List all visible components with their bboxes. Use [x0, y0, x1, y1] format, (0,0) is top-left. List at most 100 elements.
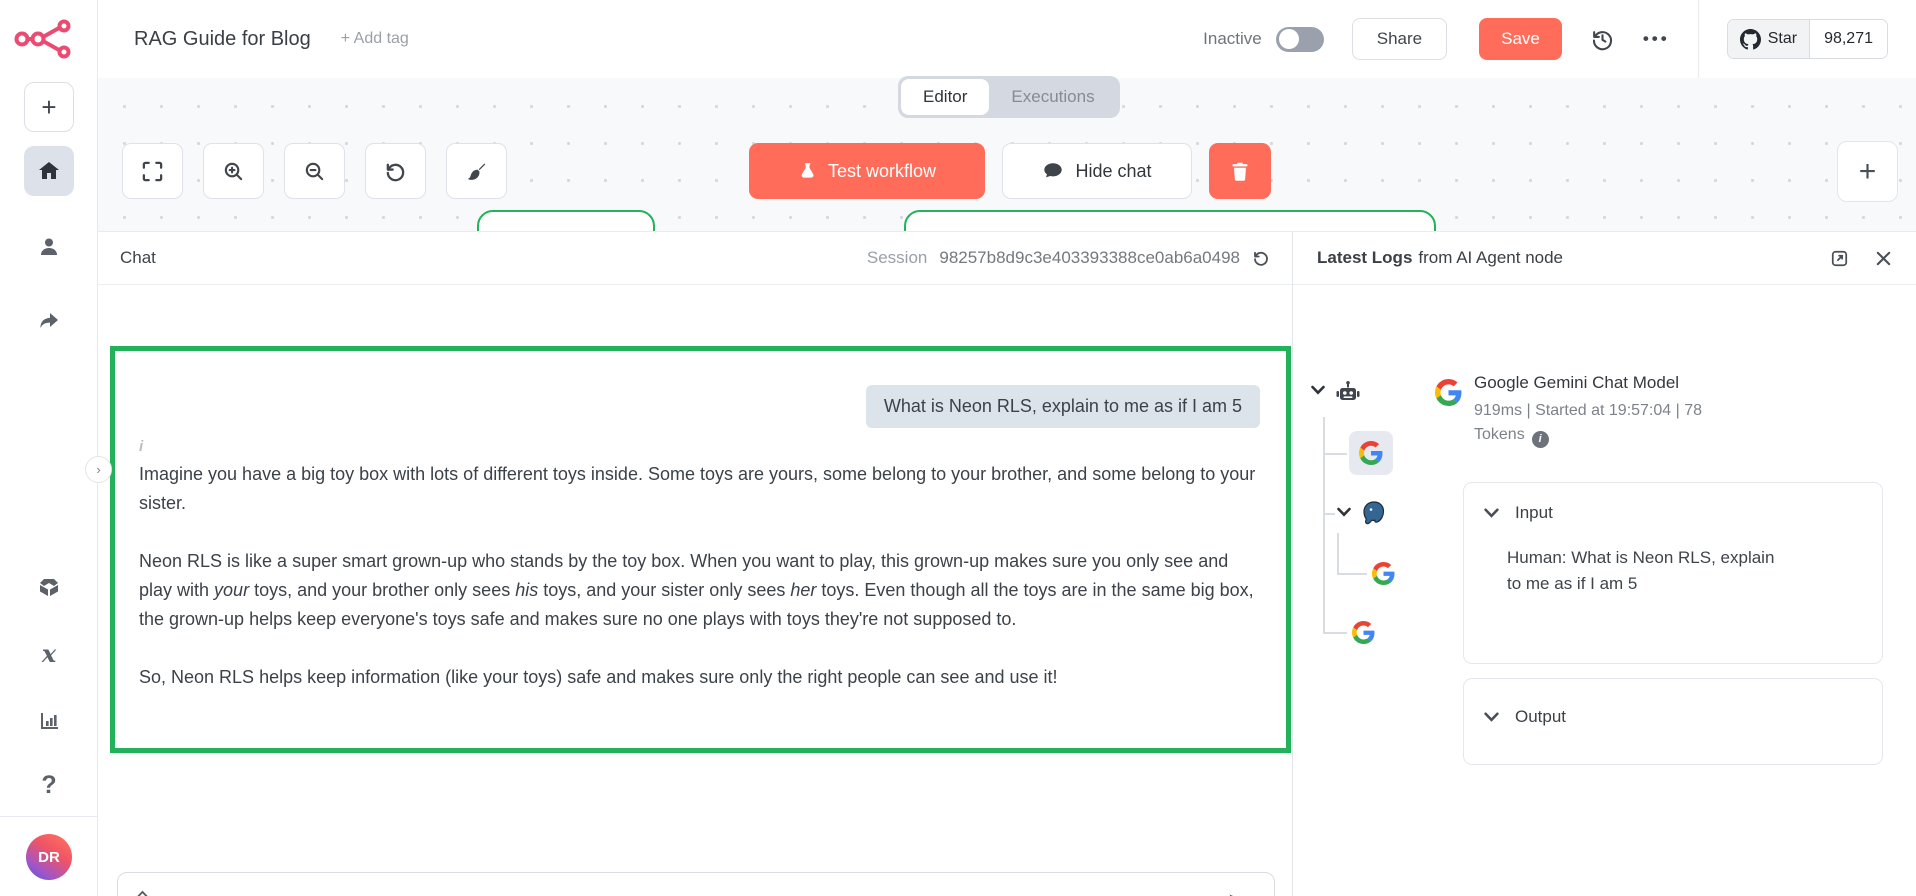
share-button[interactable]: Share: [1352, 18, 1447, 60]
chat-panel: Chat Session 98257b8d9c3e403393388ce0ab6…: [98, 232, 1292, 896]
message-info-icon[interactable]: i: [139, 438, 1260, 460]
avatar[interactable]: DR: [26, 834, 72, 880]
google-g-icon: [1435, 379, 1462, 448]
bot-paragraph: Imagine you have a big toy box with lots…: [139, 460, 1260, 518]
session-label: Session: [867, 248, 927, 268]
tree-connector: [1323, 513, 1335, 515]
add-tag-button[interactable]: + Add tag: [341, 30, 409, 48]
chat-message-area: What is Neon RLS, explain to me as if I …: [98, 285, 1292, 834]
test-workflow-button[interactable]: Test workflow: [749, 143, 985, 199]
broom-icon: [465, 160, 488, 183]
chevron-down-icon[interactable]: [1337, 507, 1351, 517]
person-icon: [37, 235, 61, 259]
delete-button[interactable]: [1209, 143, 1271, 199]
send-message-icon[interactable]: [1226, 891, 1252, 896]
tree-node-ai-agent[interactable]: [1333, 379, 1363, 405]
chat-bubble-icon: [1042, 160, 1064, 182]
tree-node-gemini-2[interactable]: [1349, 618, 1377, 646]
log-output-card: Output: [1463, 678, 1883, 765]
log-input-card: Input Human: What is Neon RLS, explain t…: [1463, 482, 1883, 664]
previous-message-icon[interactable]: [136, 890, 149, 896]
add-node-button[interactable]: +: [1837, 141, 1898, 202]
tree-node-gemini-selected[interactable]: [1349, 431, 1393, 475]
bot-message: Imagine you have a big toy box with lots…: [139, 460, 1260, 692]
sidebar-item-shared[interactable]: [24, 296, 74, 346]
test-workflow-label: Test workflow: [828, 161, 936, 182]
output-section-toggle[interactable]: Output: [1464, 679, 1882, 741]
flask-icon: [798, 160, 818, 182]
tab-editor[interactable]: Editor: [901, 79, 989, 115]
logs-title-context: from AI Agent node: [1418, 248, 1563, 268]
input-section-toggle[interactable]: Input: [1464, 483, 1882, 537]
zoom-in-button[interactable]: [203, 143, 264, 199]
close-logs-icon[interactable]: [1875, 250, 1892, 267]
chevron-down-icon: [1484, 508, 1499, 518]
toggle-knob: [1279, 29, 1299, 49]
sidebar-divider: [0, 816, 98, 817]
open-logs-icon[interactable]: [1830, 249, 1849, 268]
variables-x-icon: x: [42, 639, 56, 668]
bot-paragraph: Neon RLS is like a super smart grown-up …: [139, 547, 1260, 634]
chat-message-input[interactable]: [175, 893, 1226, 896]
bar-chart-icon: [37, 709, 61, 733]
tree-node-postgres[interactable]: [1359, 499, 1389, 527]
log-node-meta: 919ms | Started at 19:57:04 | 78 Tokensi: [1474, 399, 1726, 448]
session-id: 98257b8d9c3e403393388ce0ab6a0498: [939, 248, 1240, 268]
undo-arrow-icon: [384, 160, 407, 183]
google-g-icon: [1372, 562, 1395, 585]
tree-node-gemini-embed[interactable]: [1369, 559, 1397, 587]
sidebar-item-help[interactable]: ?: [24, 760, 74, 810]
left-sidebar: + x ?: [0, 0, 98, 896]
tree-connector: [1337, 573, 1367, 575]
github-star-label: Star: [1768, 30, 1797, 48]
sidebar-expand-button[interactable]: ›: [85, 456, 112, 483]
sidebar-item-insights[interactable]: [24, 696, 74, 746]
chevron-down-icon[interactable]: [1311, 385, 1325, 395]
hide-chat-label: Hide chat: [1075, 161, 1151, 182]
tree-connector: [1323, 632, 1347, 634]
zoom-in-icon: [222, 160, 245, 183]
avatar-initials: DR: [38, 849, 60, 866]
workflow-title[interactable]: RAG Guide for Blog: [134, 28, 311, 51]
chat-header: Chat Session 98257b8d9c3e403393388ce0ab6…: [98, 232, 1292, 285]
output-section-label: Output: [1515, 707, 1566, 727]
tab-executions[interactable]: Executions: [989, 79, 1116, 115]
tidy-up-button[interactable]: [446, 143, 507, 199]
sidebar-item-variables[interactable]: x: [24, 628, 74, 678]
new-workflow-button[interactable]: +: [24, 82, 74, 132]
workflow-history-icon[interactable]: [1590, 27, 1615, 52]
main-area: RAG Guide for Blog + Add tag Inactive Sh…: [98, 0, 1916, 896]
n8n-logo-icon[interactable]: [14, 16, 76, 62]
sidebar-item-home[interactable]: [24, 146, 74, 196]
save-button[interactable]: Save: [1479, 18, 1562, 60]
zoom-out-button[interactable]: [284, 143, 345, 199]
question-mark-icon: ?: [41, 771, 56, 800]
fit-view-button[interactable]: [122, 143, 183, 199]
trash-icon: [1229, 159, 1251, 183]
sidebar-item-templates[interactable]: [24, 562, 74, 612]
logs-panel: Latest Logs from AI Agent node: [1292, 232, 1916, 896]
reset-zoom-button[interactable]: [365, 143, 426, 199]
session-reset-icon[interactable]: [1252, 249, 1270, 267]
info-icon[interactable]: i: [1532, 431, 1549, 448]
chevron-down-icon: [1484, 712, 1499, 722]
header-divider: [1698, 0, 1699, 78]
tree-connector: [1323, 453, 1347, 455]
input-section-content: Human: What is Neon RLS, explain to me a…: [1464, 537, 1804, 623]
hide-chat-button[interactable]: Hide chat: [1002, 143, 1192, 199]
more-options-icon[interactable]: •••: [1643, 29, 1670, 49]
sidebar-item-personal[interactable]: [24, 222, 74, 272]
tree-connector: [1323, 417, 1325, 633]
app-window: + x ?: [0, 0, 1916, 896]
postgres-elephant-icon: [1361, 500, 1387, 527]
github-star-widget[interactable]: Star 98,271: [1727, 19, 1888, 59]
logs-header: Latest Logs from AI Agent node: [1293, 232, 1916, 285]
log-detail-header: Google Gemini Chat Model 919ms | Started…: [1435, 373, 1875, 448]
google-g-icon: [1352, 621, 1375, 644]
bot-paragraph: So, Neon RLS helps keep information (lik…: [139, 663, 1260, 692]
chat-panel-title: Chat: [120, 248, 156, 268]
input-section-label: Input: [1515, 503, 1553, 523]
user-message-bubble: What is Neon RLS, explain to me as if I …: [866, 385, 1260, 428]
active-toggle[interactable]: [1276, 27, 1324, 52]
home-icon: [37, 159, 61, 183]
